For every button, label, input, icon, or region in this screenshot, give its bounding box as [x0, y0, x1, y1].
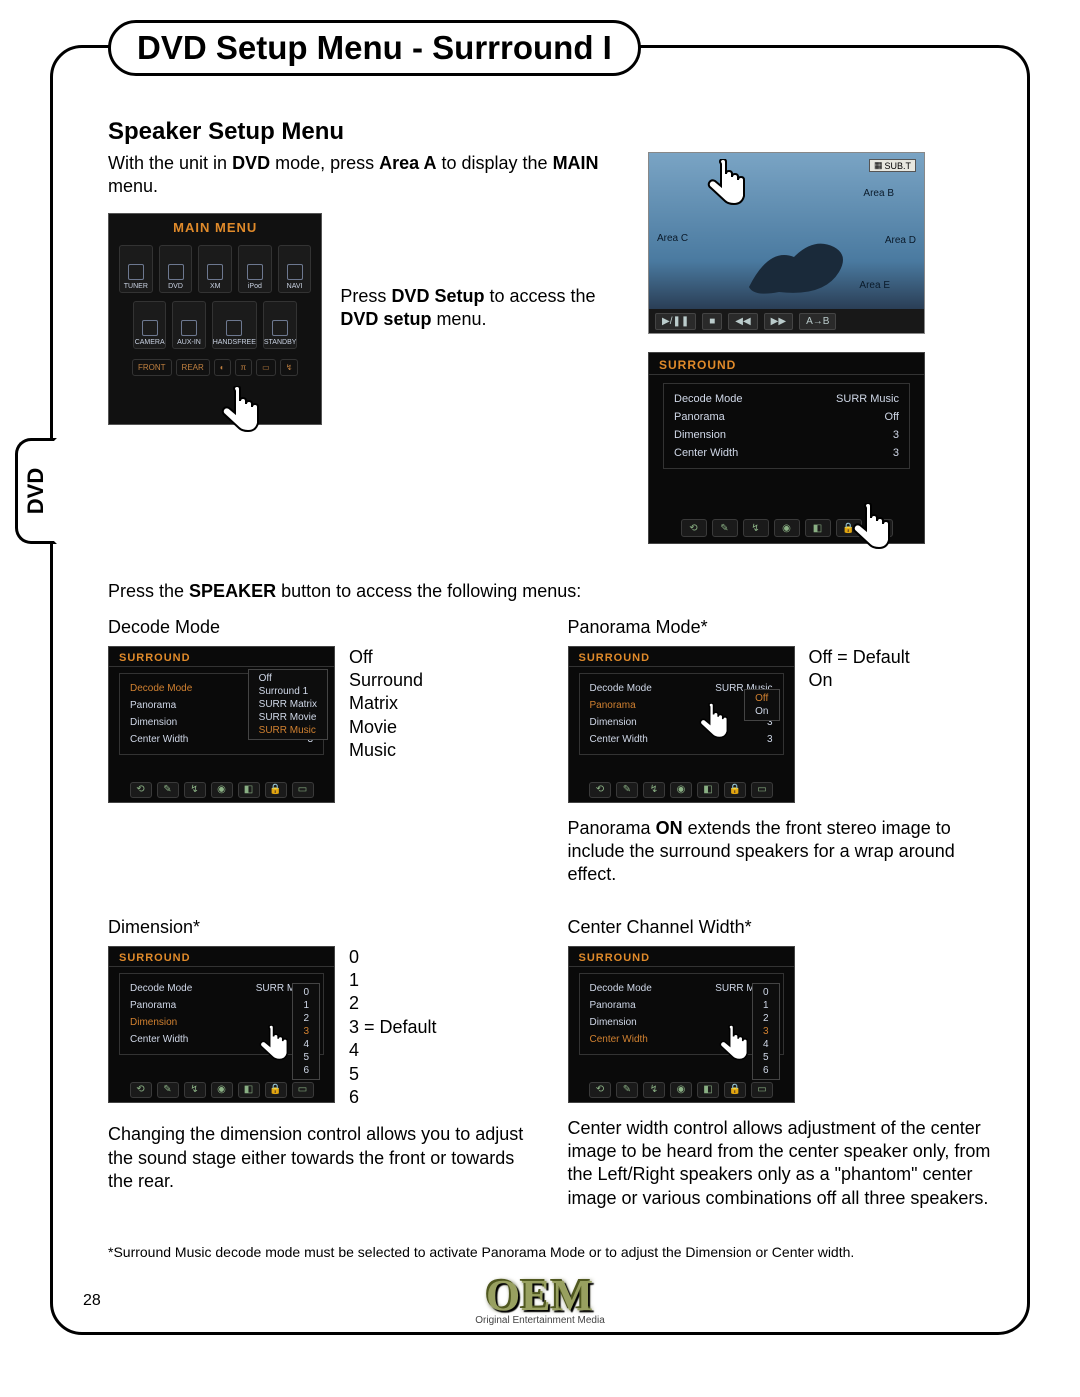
- area-c-label: Area C: [657, 233, 688, 244]
- intro-left: With the unit in DVD mode, press Area A …: [108, 152, 628, 544]
- dimension-title: Dimension*: [108, 917, 538, 938]
- intro-row: With the unit in DVD mode, press Area A …: [108, 152, 997, 544]
- mm-camera[interactable]: CAMERA: [133, 301, 166, 349]
- intro-para-1: With the unit in DVD mode, press Area A …: [108, 152, 628, 197]
- mm-ipod[interactable]: iPod: [238, 245, 272, 293]
- block-center: Center Channel Width* SURROUND Decode Mo…: [568, 917, 998, 1211]
- footnote: *Surround Music decode mode must be sele…: [108, 1244, 997, 1260]
- mm-dvd[interactable]: DVD: [159, 245, 193, 293]
- rew-btn[interactable]: ◀◀: [728, 313, 757, 330]
- surround-footer-btns: ⟲ ✎ ↯ ◉ ◧ 🔒 ▭: [649, 519, 924, 537]
- video-controls-bar: ▶/❚❚ ■ ◀◀ ▶▶ A→B: [649, 309, 924, 333]
- panorama-screenshot: SURROUND Decode ModeSURR Music PanoramaO…: [568, 646, 795, 803]
- panorama-desc: Panorama ON extends the front stereo ima…: [568, 817, 998, 887]
- panorama-title: Panorama Mode*: [568, 617, 998, 638]
- manual-page: DVD Setup Menu - Surrround I DVD Speaker…: [50, 45, 1030, 1335]
- mm-navi[interactable]: NAVI: [278, 245, 312, 293]
- mm-tuner[interactable]: TUNER: [119, 245, 153, 293]
- surround-panel-screenshot: SURROUND Decode ModeSURR Music PanoramaO…: [648, 352, 925, 544]
- decode-options: Off Surround Matrix Movie Music: [349, 646, 423, 763]
- speaker-line: Press the SPEAKER button to access the f…: [108, 580, 997, 603]
- side-tab-label: DVD: [23, 468, 49, 514]
- main-menu-grid-1: TUNER DVD XM iPod NAVI: [109, 237, 321, 297]
- surround-body: Decode ModeSURR Music PanoramaOff Dimens…: [663, 383, 910, 469]
- dimension-desc: Changing the dimension control allows yo…: [108, 1123, 538, 1193]
- mm-front[interactable]: FRONT: [132, 359, 172, 376]
- mm-auxin[interactable]: AUX-IN: [172, 301, 205, 349]
- panorama-options: Off = Default On: [809, 646, 910, 693]
- side-tab-dvd: DVD: [15, 438, 57, 544]
- logo-tagline: Original Entertainment Media: [475, 1315, 605, 1326]
- panorama-popup[interactable]: Off On: [744, 689, 779, 721]
- oem-logo: OEM Original Entertainment Media: [475, 1270, 605, 1326]
- area-d-label: Area D: [885, 235, 916, 246]
- decode-title: Decode Mode: [108, 617, 538, 638]
- page-number: 28: [83, 1292, 101, 1310]
- center-title: Center Channel Width*: [568, 917, 998, 938]
- footer-btn-6[interactable]: 🔒: [836, 519, 862, 537]
- intro-para-2: Press DVD Setup to access the DVD setup …: [340, 285, 628, 330]
- row-decode[interactable]: Decode ModeSURR Music: [670, 390, 903, 408]
- mm-standby[interactable]: STANDBY: [263, 301, 298, 349]
- center-desc: Center width control allows adjustment o…: [568, 1117, 998, 1211]
- video-area-screenshot: Area B Area C Area D Area E ▦ SUB.T ▶/❚❚…: [648, 152, 925, 334]
- pointing-hand-icon: [699, 159, 749, 219]
- surround-header: SURROUND: [649, 353, 924, 375]
- mm-icon4[interactable]: ↯: [280, 359, 299, 376]
- mm-icon1[interactable]: ◐: [214, 359, 231, 376]
- main-menu-screenshot: MAIN MENU TUNER DVD XM iPod NAVI CAMERA …: [108, 213, 322, 425]
- row-dimension[interactable]: Dimension3: [670, 426, 903, 444]
- footer-btn-4[interactable]: ◉: [774, 519, 800, 537]
- area-b-label: Area B: [863, 188, 894, 199]
- decode-popup[interactable]: Off Surround 1 SURR Matrix SURR Movie SU…: [248, 669, 328, 740]
- dimension-popup[interactable]: 0 1 2 3 4 5 6: [292, 983, 320, 1080]
- block-decode: Decode Mode SURROUND Decode ModeSURR Mus…: [108, 617, 538, 887]
- mm-handsfree[interactable]: HANDSFREE: [212, 301, 257, 349]
- area-e-label: Area E: [859, 280, 890, 291]
- subtitle-chip[interactable]: ▦ SUB.T: [869, 159, 916, 172]
- mm-rear[interactable]: REAR: [176, 359, 210, 376]
- main-menu-footer-btns: FRONT REAR ◐ π ▭ ↯: [109, 355, 321, 380]
- main-menu-header: MAIN MENU: [109, 214, 321, 237]
- pointing-hand-icon: [213, 386, 263, 446]
- dimension-screenshot: SURROUND Decode ModeSURR Music PanoramaO…: [108, 946, 335, 1103]
- play-pause-btn[interactable]: ▶/❚❚: [655, 313, 696, 330]
- logo-text: OEM: [475, 1270, 605, 1321]
- footer-btn-speaker[interactable]: ◧: [805, 519, 831, 537]
- mm-icon2[interactable]: π: [235, 359, 253, 376]
- footer-btn-1[interactable]: ⟲: [681, 519, 707, 537]
- whale-image: [739, 227, 859, 297]
- section-heading: Speaker Setup Menu: [108, 118, 997, 146]
- block-dimension: Dimension* SURROUND Decode ModeSURR Musi…: [108, 917, 538, 1211]
- ff-btn[interactable]: ▶▶: [764, 313, 793, 330]
- dimension-options: 0 1 2 3 = Default 4 5 6: [349, 946, 437, 1110]
- footer-btn-2[interactable]: ✎: [712, 519, 738, 537]
- page-title-tab: DVD Setup Menu - Surrround I: [108, 20, 641, 76]
- row-centerwidth[interactable]: Center Width3: [670, 444, 903, 462]
- intro-right: Area B Area C Area D Area E ▦ SUB.T ▶/❚❚…: [648, 152, 997, 544]
- center-screenshot: SURROUND Decode ModeSURR Music PanoramaO…: [568, 946, 795, 1103]
- row-panorama[interactable]: PanoramaOff: [670, 408, 903, 426]
- mm-icon3[interactable]: ▭: [256, 359, 276, 376]
- ab-btn[interactable]: A→B: [799, 313, 836, 330]
- footer-btn-3[interactable]: ↯: [743, 519, 769, 537]
- footer-btn-7[interactable]: ▭: [867, 519, 893, 537]
- block-panorama: Panorama Mode* SURROUND Decode ModeSURR …: [568, 617, 998, 887]
- four-grid: Decode Mode SURROUND Decode ModeSURR Mus…: [108, 617, 997, 1211]
- main-menu-grid-2: CAMERA AUX-IN HANDSFREE STANDBY: [109, 297, 321, 355]
- mm-xm[interactable]: XM: [198, 245, 232, 293]
- center-popup[interactable]: 0 1 2 3 4 5 6: [752, 983, 780, 1080]
- stop-btn[interactable]: ■: [702, 313, 722, 330]
- decode-screenshot: SURROUND Decode ModeSURR Music PanoramaO…: [108, 646, 335, 803]
